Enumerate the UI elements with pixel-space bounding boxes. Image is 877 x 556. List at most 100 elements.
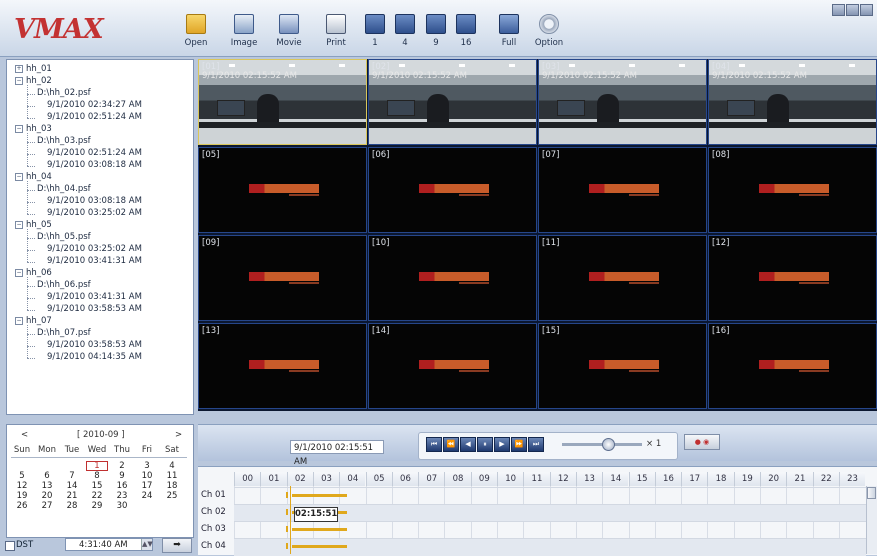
tree-node-hh_01[interactable]: + hh_01 (15, 64, 52, 74)
video-cell-4[interactable]: 9/1/2010 02:15:52 AM [04] (708, 59, 877, 145)
video-cell-10[interactable]: [10] (368, 235, 537, 321)
prev-month-button[interactable]: < (21, 430, 28, 440)
video-cell-3[interactable]: 9/1/2010 02:15:52 AM [03] (538, 59, 707, 145)
calendar-day[interactable]: 16 (111, 481, 133, 491)
expand-icon[interactable]: + (15, 64, 23, 73)
video-cell-15[interactable]: [15] (538, 323, 707, 409)
tree-file[interactable]: D:\hh_05.psf (37, 232, 91, 242)
collapse-icon[interactable]: − (15, 172, 23, 181)
calendar-day[interactable]: 21 (61, 491, 83, 501)
tree-node-hh_07[interactable]: − hh_07 (15, 316, 52, 326)
tree-file[interactable]: D:\hh_06.psf (37, 280, 91, 290)
tree-recording-time[interactable]: 9/1/2010 02:51:24 AM (47, 112, 142, 122)
tree-recording-time[interactable]: 9/1/2010 03:58:53 AM (47, 340, 142, 350)
timeline-cursor[interactable] (290, 486, 291, 554)
calendar-day[interactable]: 24 (136, 491, 158, 501)
calendar-day[interactable]: 6 (36, 471, 58, 481)
tree-recording-time[interactable]: 9/1/2010 03:25:02 AM (47, 208, 142, 218)
tree-recording-time[interactable]: 9/1/2010 02:51:24 AM (47, 148, 142, 158)
calendar-day[interactable]: 1 (86, 461, 108, 471)
calendar-day[interactable]: 11 (161, 471, 183, 481)
next-month-button[interactable]: > (175, 430, 182, 440)
tree-node-hh_03[interactable]: − hh_03 (15, 124, 52, 134)
step-back-button[interactable]: ◀ (460, 437, 476, 452)
tree-recording-time[interactable]: 9/1/2010 03:08:18 AM (47, 160, 142, 170)
calendar-day[interactable]: 22 (86, 491, 108, 501)
video-cell-5[interactable]: [05] (198, 147, 367, 233)
recording-segment[interactable] (292, 545, 347, 548)
maximize-button[interactable] (846, 4, 859, 16)
image-button[interactable]: Image (224, 14, 264, 48)
calendar-day[interactable]: 15 (86, 481, 108, 491)
recording-segment[interactable] (292, 528, 347, 531)
calendar-day[interactable]: 2 (111, 461, 133, 471)
tree-node-hh_02[interactable]: − hh_02 (15, 76, 52, 86)
video-cell-12[interactable]: [12] (708, 235, 877, 321)
audio-record-button[interactable]: ● ◉ (684, 434, 720, 450)
option-button[interactable]: Option (529, 14, 569, 48)
tree-recording-time[interactable]: 9/1/2010 03:58:53 AM (47, 304, 142, 314)
calendar-day[interactable]: 10 (136, 471, 158, 481)
recording-tree[interactable]: + hh_01− hh_02 D:\hh_02.psf 9/1/2010 02:34:2… (6, 59, 194, 415)
calendar-day[interactable]: 20 (36, 491, 58, 501)
video-cell-9[interactable]: [09] (198, 235, 367, 321)
collapse-icon[interactable]: − (15, 268, 23, 277)
video-cell-6[interactable]: [06] (368, 147, 537, 233)
fast-rewind-button[interactable]: ⏪ (443, 437, 459, 452)
calendar-day[interactable]: 14 (61, 481, 83, 491)
close-button[interactable] (860, 4, 873, 16)
calendar-day[interactable]: 5 (11, 471, 33, 481)
time-spinner[interactable]: ▲▼ (141, 539, 153, 550)
calendar-day[interactable]: 4 (161, 461, 183, 471)
video-cell-1[interactable]: 9/1/2010 02:15:52 AM [01] (198, 59, 367, 145)
pause-button[interactable]: ⏸ (477, 437, 493, 452)
tree-node-hh_06[interactable]: − hh_06 (15, 268, 52, 278)
calendar-day[interactable]: 27 (36, 501, 58, 511)
video-cell-16[interactable]: [16] (708, 323, 877, 409)
tree-recording-time[interactable]: 9/1/2010 04:14:35 AM (47, 352, 142, 362)
calendar-day[interactable]: 19 (11, 491, 33, 501)
timeline-scroll-thumb[interactable] (867, 487, 876, 499)
tree-node-hh_04[interactable]: − hh_04 (15, 172, 52, 182)
video-cell-11[interactable]: [11] (538, 235, 707, 321)
go-button[interactable]: ➡ (162, 538, 192, 553)
collapse-icon[interactable]: − (15, 316, 23, 325)
tree-recording-time[interactable]: 9/1/2010 03:41:31 AM (47, 292, 142, 302)
tree-recording-time[interactable]: 9/1/2010 03:25:02 AM (47, 244, 142, 254)
dst-checkbox[interactable] (5, 541, 15, 551)
print-button[interactable]: Print (316, 14, 356, 48)
calendar-day[interactable]: 18 (161, 481, 183, 491)
time-input[interactable]: 4:31:40 AM (65, 538, 153, 551)
speed-slider-knob[interactable] (602, 438, 615, 451)
fast-forward-button[interactable]: ⏩ (511, 437, 527, 452)
video-cell-14[interactable]: [14] (368, 323, 537, 409)
tree-file[interactable]: D:\hh_03.psf (37, 136, 91, 146)
tree-file[interactable]: D:\hh_07.psf (37, 328, 91, 338)
calendar-day[interactable]: 9 (111, 471, 133, 481)
tree-recording-time[interactable]: 9/1/2010 03:41:31 AM (47, 256, 142, 266)
calendar-day[interactable]: 7 (61, 471, 83, 481)
calendar-day[interactable]: 3 (136, 461, 158, 471)
recording-segment[interactable] (292, 494, 347, 497)
video-cell-2[interactable]: 9/1/2010 02:15:52 AM [02] (368, 59, 537, 145)
calendar-day[interactable]: 17 (136, 481, 158, 491)
calendar-day[interactable]: 13 (36, 481, 58, 491)
tree-file[interactable]: D:\hh_04.psf (37, 184, 91, 194)
calendar-day[interactable]: 8 (86, 471, 108, 481)
calendar-day[interactable]: 12 (11, 481, 33, 491)
calendar-day[interactable]: 28 (61, 501, 83, 511)
collapse-icon[interactable]: − (15, 220, 23, 229)
calendar-day[interactable]: 30 (111, 501, 133, 511)
calendar-day[interactable]: 25 (161, 491, 183, 501)
tree-file[interactable]: D:\hh_02.psf (37, 88, 91, 98)
collapse-icon[interactable]: − (15, 124, 23, 133)
collapse-icon[interactable]: − (15, 76, 23, 85)
video-cell-13[interactable]: [13] (198, 323, 367, 409)
open-button[interactable]: Open (176, 14, 216, 48)
full-screen-button[interactable]: Full (489, 14, 529, 48)
play-button[interactable]: ▶ (494, 437, 510, 452)
calendar-day[interactable]: 29 (86, 501, 108, 511)
tree-node-hh_05[interactable]: − hh_05 (15, 220, 52, 230)
skip-end-button[interactable]: ⏭ (528, 437, 544, 452)
calendar-day[interactable]: 26 (11, 501, 33, 511)
